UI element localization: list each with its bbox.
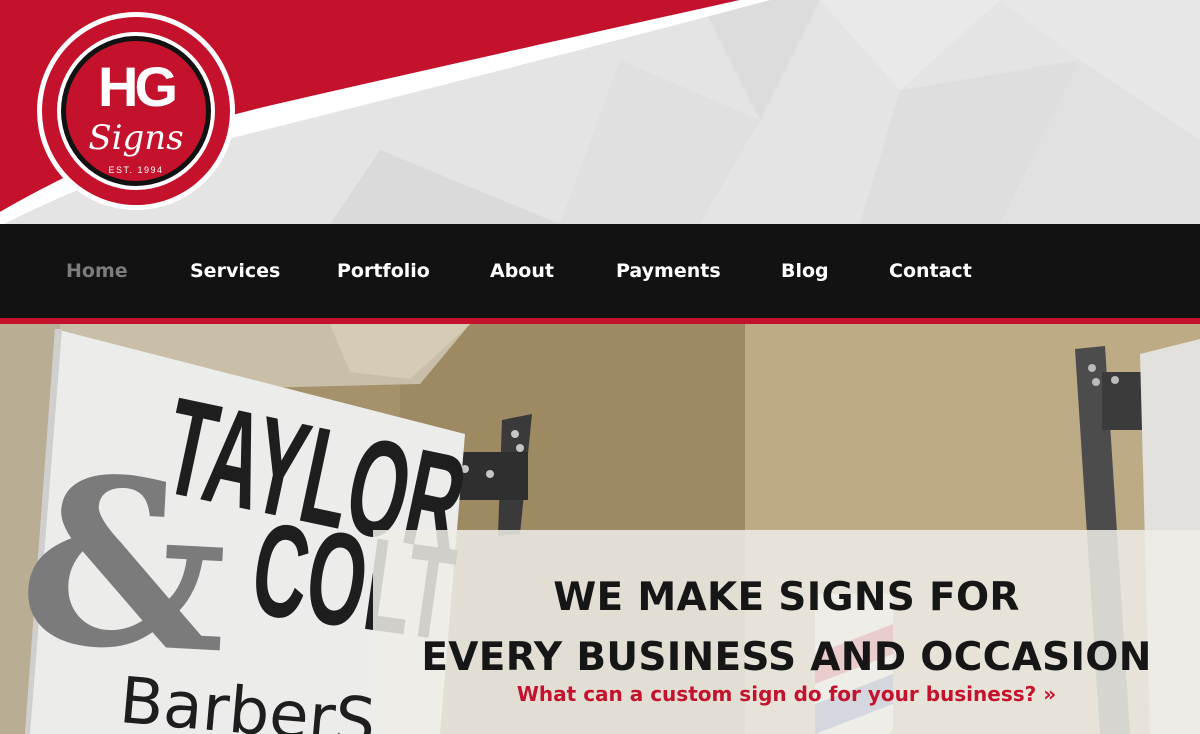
hero-cta-link[interactable]: What can a custom sign do for your busin… [373,682,1200,706]
hg-signs-logo[interactable]: HG Signs EST. 1994 [36,11,236,211]
logo-script-text: Signs [88,118,183,158]
nav-item-payments[interactable]: Payments [616,224,721,318]
logo-graphic: HG Signs EST. 1994 [37,12,235,210]
nav-item-contact[interactable]: Contact [889,224,972,318]
page: HG Signs EST. 1994 Home Services Portfol… [0,0,1200,734]
hero-headline: WE MAKE SIGNS FOR EVERY BUSINESS AND OCC… [373,568,1200,688]
logo-letters: HG [98,55,175,118]
main-nav: Home Services Portfolio About Payments B… [0,224,1200,318]
nav-item-services[interactable]: Services [190,224,280,318]
nav-item-portfolio[interactable]: Portfolio [337,224,430,318]
nav-item-home[interactable]: Home [66,224,128,318]
hero-banner: & TAYLOR COLT BarberS WE MAKE SIGNS FOR … [0,324,1200,734]
nav-item-blog[interactable]: Blog [781,224,829,318]
hero-headline-line1: WE MAKE SIGNS FOR [553,575,1020,620]
hero-text-panel: WE MAKE SIGNS FOR EVERY BUSINESS AND OCC… [373,530,1200,734]
site-header: HG Signs EST. 1994 [0,0,1200,224]
nav-item-about[interactable]: About [490,224,554,318]
hero-headline-line2: EVERY BUSINESS AND OCCASION [421,635,1152,680]
logo-established: EST. 1994 [108,165,163,175]
